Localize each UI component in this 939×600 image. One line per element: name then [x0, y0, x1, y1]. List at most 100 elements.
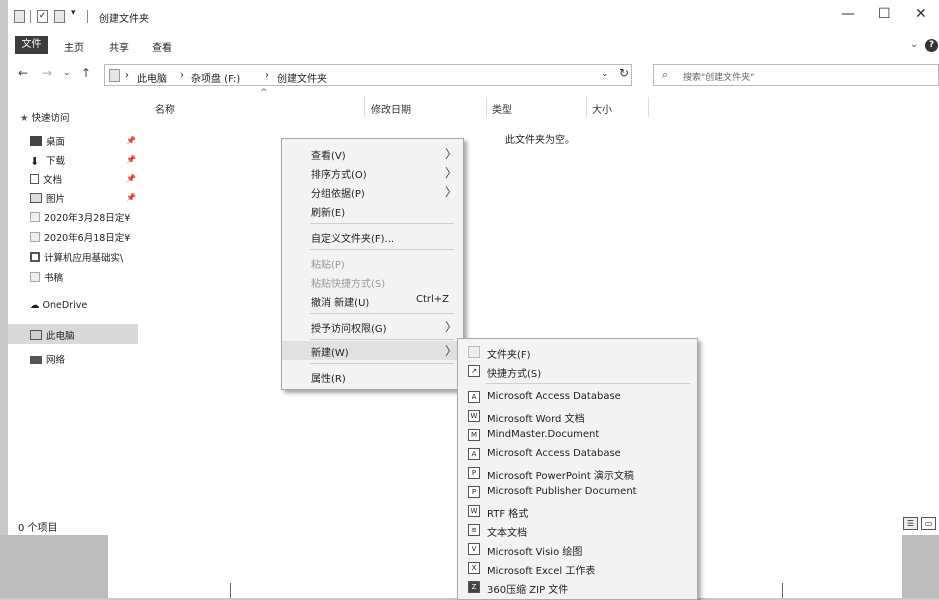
column-header-size[interactable]: 大小: [592, 101, 612, 116]
pin-icon[interactable]: 📌: [126, 136, 136, 145]
sidebar-item-this-pc[interactable]: 此电脑: [30, 328, 75, 342]
search-input[interactable]: ⌕ 搜索"创建文件夹": [653, 64, 939, 86]
menu-item-paste[interactable]: 粘贴(P): [282, 253, 463, 272]
submenu-item-rtf[interactable]: W RTF 格式: [458, 502, 697, 521]
breadcrumb-separator[interactable]: ›: [180, 70, 184, 81]
sidebar-item-downloads[interactable]: ⬇ 下载: [30, 153, 65, 167]
column-header-type[interactable]: 类型: [492, 101, 512, 116]
submenu-item-label: 快捷方式(S): [487, 369, 542, 380]
sidebar-item-label: 计算机应用基础实\: [44, 253, 124, 264]
column-divider[interactable]: [486, 97, 487, 117]
submenu-item-text-document[interactable]: ≡ 文本文档: [458, 521, 697, 540]
submenu-item-access-database[interactable]: A Microsoft Access Database: [458, 445, 697, 464]
menu-item-properties[interactable]: 属性(R): [282, 367, 463, 386]
menu-item-new[interactable]: 新建(W) 〉: [282, 341, 463, 360]
submenu-arrow-icon: 〉: [445, 320, 458, 334]
sidebar-item-label: OneDrive: [42, 300, 88, 311]
empty-folder-message: 此文件夹为空。: [505, 135, 575, 146]
recent-locations-icon[interactable]: ⌄: [63, 68, 71, 78]
sidebar-item-label: 网络: [46, 355, 66, 366]
sidebar-item-folder[interactable]: 书稿: [30, 270, 63, 284]
menu-item-group-by[interactable]: 分组依据(P) 〉: [282, 182, 463, 201]
pin-icon[interactable]: 📌: [126, 174, 136, 183]
address-bar[interactable]: › 此电脑 › 杂项盘 (F:) › 创建文件夹 ⌄: [104, 64, 632, 86]
submenu-item-publisher[interactable]: P Microsoft Publisher Document: [458, 483, 697, 502]
column-divider[interactable]: [648, 97, 649, 117]
menu-item-give-access[interactable]: 授予访问权限(G) 〉: [282, 317, 463, 336]
visio-icon: V: [468, 543, 480, 555]
forward-arrow-icon[interactable]: →: [42, 66, 52, 80]
sidebar-item-onedrive[interactable]: ☁ OneDrive: [30, 300, 87, 311]
submenu-item-powerpoint[interactable]: P Microsoft PowerPoint 演示文稿: [458, 464, 697, 483]
folder-icon: [30, 252, 40, 262]
submenu-item-excel[interactable]: X Microsoft Excel 工作表: [458, 559, 697, 578]
sidebar-quick-access[interactable]: ★ 快速访问: [20, 110, 70, 124]
menu-item-view[interactable]: 查看(V) 〉: [282, 144, 463, 163]
menu-item-label: 授予访问权限(G): [311, 324, 387, 335]
breadcrumb-current-folder[interactable]: 创建文件夹: [277, 70, 327, 85]
customize-toolbar-icon[interactable]: ▾: [71, 8, 76, 18]
pin-icon[interactable]: 📌: [126, 155, 136, 164]
menu-item-refresh[interactable]: 刷新(E): [282, 201, 463, 220]
back-arrow-icon[interactable]: ←: [18, 66, 28, 80]
excel-icon: X: [468, 562, 480, 574]
sidebar-item-folder[interactable]: 2020年6月18日定¥: [30, 230, 130, 244]
word-icon: W: [468, 410, 480, 422]
large-icons-view-icon[interactable]: ▭: [921, 517, 936, 530]
menu-item-label: 刷新(E): [311, 208, 346, 219]
breadcrumb-separator[interactable]: ›: [125, 70, 129, 81]
submenu-item-mindmaster[interactable]: M MindMaster.Document: [458, 426, 697, 445]
folder-icon: [109, 69, 120, 82]
maximize-button[interactable]: ☐: [878, 6, 891, 22]
sidebar-item-pictures[interactable]: 图片: [30, 191, 65, 205]
minimize-button[interactable]: —: [841, 6, 855, 22]
column-header-date-modified[interactable]: 修改日期: [371, 101, 411, 116]
address-dropdown-icon[interactable]: ⌄: [601, 69, 609, 79]
tab-share[interactable]: 共享: [109, 39, 129, 54]
navigation-bar: ← → ⌄ ↑ › 此电脑 › 杂项盘 (F:) › 创建文件夹 ⌄ ↻ ⌕ 搜…: [8, 62, 939, 88]
pin-icon[interactable]: 📌: [126, 193, 136, 202]
breadcrumb-drive-f[interactable]: 杂项盘 (F:): [191, 70, 240, 85]
submenu-item-folder[interactable]: 文件夹(F): [458, 343, 697, 362]
menu-item-paste-shortcut[interactable]: 粘贴快捷方式(S): [282, 272, 463, 291]
submenu-item-label: 文件夹(F): [487, 350, 531, 361]
help-icon[interactable]: ?: [925, 39, 938, 52]
breadcrumb-this-pc[interactable]: 此电脑: [137, 70, 167, 85]
properties-quick-icon[interactable]: [14, 10, 25, 23]
folder-icon: [30, 272, 40, 282]
sidebar-item-folder[interactable]: 计算机应用基础实\: [30, 250, 123, 264]
menu-separator: [310, 313, 454, 314]
sidebar-item-network[interactable]: 网络: [30, 352, 65, 366]
submenu-item-word-document[interactable]: W Microsoft Word 文档: [458, 407, 697, 426]
menu-item-sort-by[interactable]: 排序方式(O) 〉: [282, 163, 463, 182]
submenu-item-zip[interactable]: Z 360压缩 ZIP 文件: [458, 578, 697, 597]
column-divider[interactable]: [364, 97, 365, 117]
close-button[interactable]: ✕: [915, 6, 927, 22]
submenu-item-label: 360压缩 ZIP 文件: [487, 585, 569, 596]
expand-ribbon-icon[interactable]: ⌄: [910, 39, 918, 50]
column-divider[interactable]: [586, 97, 587, 117]
toolbar-divider: [87, 10, 88, 23]
tab-home[interactable]: 主页: [64, 39, 84, 54]
menu-separator: [310, 363, 454, 364]
details-view-icon[interactable]: ☰: [903, 517, 918, 530]
access-icon: A: [468, 448, 480, 460]
refresh-icon[interactable]: ↻: [619, 66, 629, 80]
menu-item-customize-folder[interactable]: 自定义文件夹(F)...: [282, 227, 463, 246]
sidebar-item-folder[interactable]: 2020年3月28日定¥: [30, 210, 130, 224]
sidebar-item-documents[interactable]: 文档: [30, 172, 62, 186]
menu-item-label: 排序方式(O): [311, 170, 367, 181]
tab-view[interactable]: 查看: [152, 39, 172, 54]
submenu-item-access-database[interactable]: A Microsoft Access Database: [458, 388, 697, 407]
breadcrumb-separator[interactable]: ›: [265, 70, 269, 81]
new-folder-quick-icon[interactable]: [54, 10, 65, 23]
up-arrow-icon[interactable]: ↑: [81, 66, 91, 80]
menu-item-undo-new[interactable]: 撤消 新建(U) Ctrl+Z: [282, 291, 463, 310]
checkbox-quick-icon[interactable]: ✓: [37, 10, 48, 23]
column-header-name[interactable]: 名称: [155, 101, 175, 116]
submenu-item-label: MindMaster.Document: [487, 429, 600, 440]
tab-file[interactable]: 文件: [15, 36, 48, 54]
sidebar-item-desktop[interactable]: 桌面: [30, 134, 65, 148]
submenu-item-shortcut[interactable]: ↗ 快捷方式(S): [458, 362, 697, 381]
submenu-item-visio[interactable]: V Microsoft Visio 绘图: [458, 540, 697, 559]
